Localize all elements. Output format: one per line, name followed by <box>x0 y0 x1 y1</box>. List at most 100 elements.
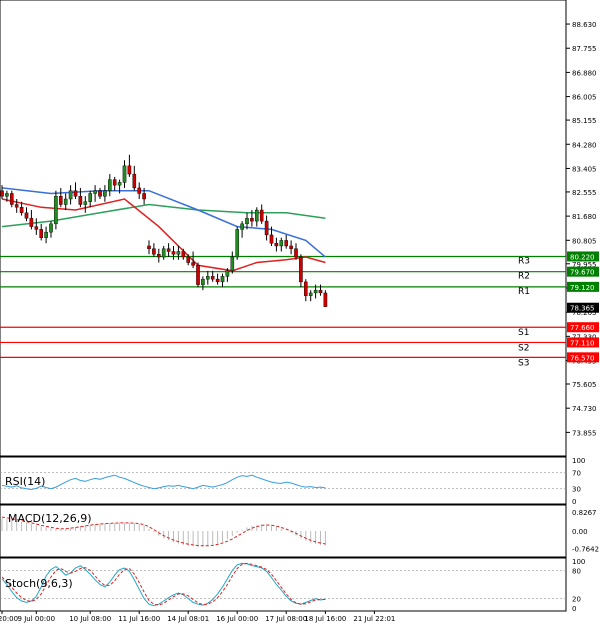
macd-axis-label: 0.8267 <box>572 509 597 517</box>
candle-body <box>44 231 48 238</box>
price-axis-label: 85.155 <box>572 117 597 125</box>
candle-body <box>156 254 161 258</box>
candle-body <box>147 245 151 249</box>
price-axis-label: 74.730 <box>572 405 597 413</box>
candle-body <box>299 256 303 283</box>
candle-body <box>68 190 73 200</box>
price-axis-label: 80.805 <box>572 237 597 245</box>
candle-body <box>191 262 195 266</box>
rsi-axis-label: 70 <box>572 469 581 477</box>
candle-body <box>152 248 156 255</box>
rsi-axis-label: 100 <box>572 457 585 465</box>
macd-title: MACD(12,26,9) <box>8 512 92 525</box>
rsi-axis-label: 30 <box>572 486 581 494</box>
resistance-price-text: 79.670 <box>570 269 595 277</box>
candle-body <box>54 196 58 225</box>
candle-body <box>274 242 279 247</box>
support-price-text: 76.570 <box>570 354 595 362</box>
time-axis-label: 9 Jul 00:00 <box>18 615 56 623</box>
candle-body <box>127 165 132 175</box>
candle-body <box>264 220 269 236</box>
time-axis-label: 17 Jul 08:00 <box>265 615 307 623</box>
price-axis-label: 84.280 <box>572 141 597 149</box>
candle-body <box>210 276 215 280</box>
support-label: S1 <box>518 328 529 338</box>
support-price-text: 77.110 <box>570 339 595 347</box>
candle-body <box>73 190 78 197</box>
stoch-axis-label: 20 <box>572 596 581 604</box>
candle-body <box>78 196 83 205</box>
candle-body <box>254 209 259 222</box>
time-axis-label: 18 Jul 16:00 <box>304 615 346 623</box>
candle-body <box>318 289 323 294</box>
resistance-price-text: 79.120 <box>570 284 595 292</box>
support-label: S2 <box>518 343 529 353</box>
candle-body <box>24 212 29 219</box>
candle-body <box>313 289 318 294</box>
chart-background <box>0 0 600 625</box>
candle-body <box>308 292 313 296</box>
candle-body <box>122 165 127 183</box>
candle-body <box>196 265 200 285</box>
candle-body <box>235 229 240 258</box>
macd-axis-label: 0.00 <box>572 528 588 536</box>
candle-body <box>63 198 68 205</box>
support-price-text: 77.660 <box>570 324 595 332</box>
price-axis-label: 88.630 <box>572 21 597 29</box>
candle-body <box>59 196 63 205</box>
price-axis-label: 83.405 <box>572 165 597 173</box>
time-axis-label: 16 Jul 00:00 <box>216 615 258 623</box>
candle-body <box>132 173 137 189</box>
support-label: S3 <box>518 358 529 368</box>
macd-axis-label: -0.7642 <box>572 546 599 554</box>
price-chart: 88.630 87.755 86.880 86.005 85.155 84.280 83.4… <box>0 0 600 625</box>
candle-body <box>250 218 254 222</box>
candle-body <box>186 256 191 263</box>
candle-body <box>0 190 4 197</box>
price-axis-label: 81.680 <box>572 213 597 221</box>
candle-body <box>259 209 264 222</box>
price-axis-label: 73.855 <box>572 429 597 437</box>
candle-body <box>166 248 171 252</box>
candle-body <box>14 204 19 208</box>
candle-body <box>49 223 53 233</box>
candle-body <box>220 276 225 283</box>
price-axis-label: 86.005 <box>572 94 597 102</box>
candle-body <box>205 276 210 280</box>
candle-body <box>98 190 102 197</box>
time-axis-label: 11 Jul 16:00 <box>118 615 160 623</box>
candle-body <box>88 193 92 202</box>
price-axis-label: 87.755 <box>572 45 597 53</box>
rsi-axis-label: 0 <box>572 498 576 506</box>
candle-body <box>103 190 107 197</box>
candle-body <box>19 207 24 213</box>
candle-body <box>39 229 43 238</box>
resistance-label: R1 <box>518 287 530 297</box>
candle-body <box>215 278 220 283</box>
candle-body <box>225 270 230 277</box>
price-axis-label: 82.555 <box>572 189 597 197</box>
candle-body <box>34 226 39 230</box>
candle-body <box>117 182 122 186</box>
time-axis-label: 21 Jul 22:01 <box>353 615 395 623</box>
candle-body <box>29 218 34 227</box>
price-axis-label: 75.605 <box>572 381 597 389</box>
candle-body <box>112 179 117 186</box>
stoch-axis-label: 100 <box>572 558 585 566</box>
candle-body <box>240 223 244 230</box>
candle-body <box>9 193 14 205</box>
rsi-title: RSI(14) <box>5 475 45 488</box>
candle-body <box>304 281 308 296</box>
stoch-title: Stoch(9,6,3) <box>5 577 73 590</box>
candle-body <box>176 251 181 255</box>
resistance-price-text: 80.220 <box>570 253 595 261</box>
candle-body <box>93 190 97 194</box>
time-axis-label: 20:00 <box>0 615 18 623</box>
candle-body <box>142 193 146 200</box>
time-axis-label: 14 Jul 08:01 <box>167 615 209 623</box>
candle-body <box>171 251 176 255</box>
resistance-label: R3 <box>518 256 530 266</box>
candle-body <box>161 248 166 258</box>
candle-body <box>83 201 88 205</box>
current-price-text: 78.365 <box>570 305 595 313</box>
